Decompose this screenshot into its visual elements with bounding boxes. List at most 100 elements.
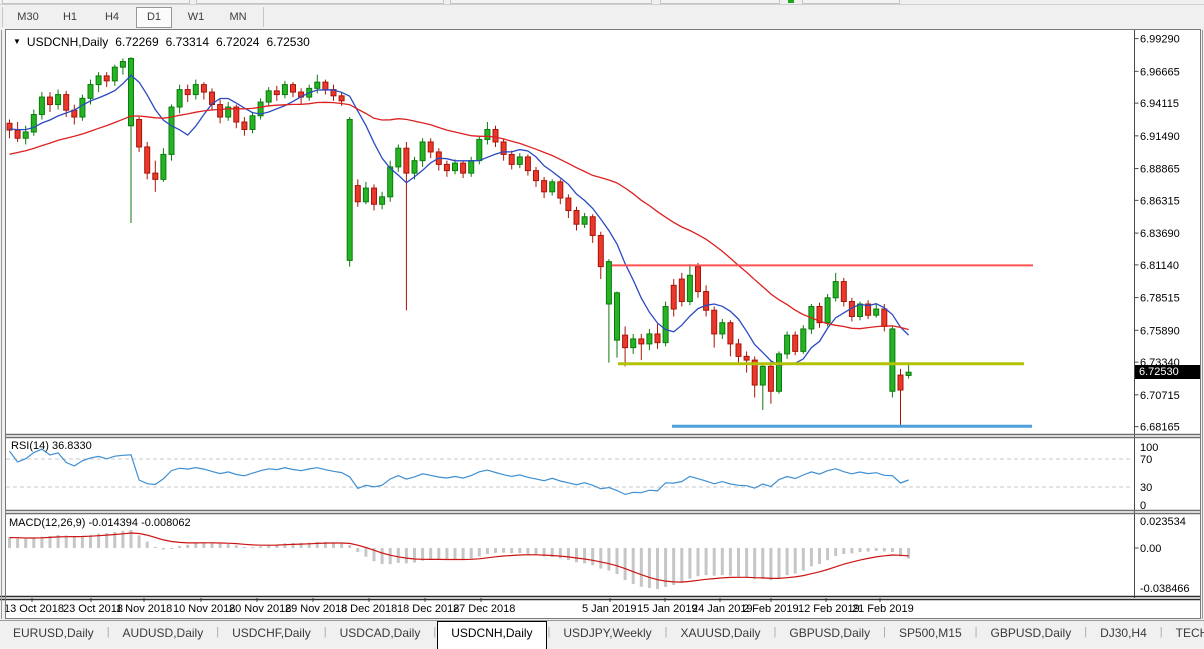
tab-usdchf-daily[interactable]: USDCHF,Daily	[219, 621, 324, 649]
candle-body	[858, 304, 863, 316]
chart-symbol-label: USDCNH,Daily	[27, 35, 108, 49]
date-axis-label: 21 Feb 2019	[852, 603, 914, 615]
toolbar-fragment	[196, 0, 444, 4]
candle-body	[760, 366, 765, 385]
candle-body	[477, 139, 482, 160]
macd-bar	[24, 539, 27, 548]
tab-gbpusd-daily[interactable]: GBPUSD,Daily	[776, 621, 883, 649]
macd-bar	[146, 542, 149, 548]
macd-bar	[8, 537, 11, 548]
toolbar-fragment	[802, 0, 900, 4]
candle-body	[291, 85, 296, 92]
timeframe-button-mn[interactable]: MN	[220, 7, 256, 28]
macd-bar	[397, 548, 400, 563]
candle-body	[274, 91, 279, 95]
candle-body	[744, 356, 749, 360]
candle-body	[890, 329, 895, 391]
candle-body	[315, 82, 320, 88]
symbol-dropdown-icon[interactable]: ▼	[13, 37, 21, 46]
candle-body	[558, 182, 563, 198]
macd-bar	[850, 548, 853, 553]
price-axis-label: 6.81140	[1140, 260, 1179, 272]
macd-bar	[632, 548, 635, 584]
macd-bar	[713, 548, 716, 576]
toolbar-fragment-green	[788, 0, 794, 3]
macd-bar	[219, 544, 222, 548]
candle-body	[169, 107, 174, 154]
macd-bar	[875, 548, 878, 551]
macd-bar	[648, 548, 651, 588]
tab-usdjpy-weekly[interactable]: USDJPY,Weekly	[550, 621, 664, 649]
price-axis-label: 6.88865	[1140, 164, 1180, 176]
macd-bar	[818, 548, 821, 564]
candle-body	[201, 85, 206, 92]
date-axis-label: 1 Nov 2018	[116, 603, 172, 615]
timeframe-button-m30[interactable]: M30	[10, 7, 46, 28]
timeframe-button-d1[interactable]: D1	[136, 7, 172, 28]
macd-bar	[89, 535, 92, 548]
date-axis-label: 8 Dec 2018	[341, 603, 397, 615]
macd-bar	[364, 548, 367, 557]
macd-bar	[616, 548, 619, 574]
macd-bar	[624, 548, 627, 580]
tab-xauusd-daily[interactable]: XAUUSD,Daily	[668, 621, 774, 649]
macd-bar	[470, 548, 473, 559]
price-axis-label: 6.91490	[1140, 131, 1180, 143]
candle-body	[898, 375, 903, 390]
macd-bar	[591, 548, 594, 565]
candle-body	[663, 307, 668, 343]
tab-usdcnh-daily[interactable]: USDCNH,Daily	[437, 621, 546, 649]
metatrader-window: M30H1H4D1W1MN 6.992906.966656.941156.914…	[0, 0, 1204, 649]
candle-body	[801, 329, 806, 351]
candle-body	[161, 154, 166, 179]
date-axis-label: 12 Feb 2019	[798, 603, 860, 615]
candle-body	[590, 217, 595, 236]
timeframe-button-h1[interactable]: H1	[52, 7, 88, 28]
candle-body	[631, 339, 636, 348]
symbol-tabs-bar: EURUSD,Daily|AUDUSD,Daily|USDCHF,Daily|U…	[0, 620, 1204, 649]
macd-bar	[348, 545, 351, 548]
macd-bar	[81, 536, 84, 548]
candle-body	[380, 197, 385, 204]
candle-body	[323, 82, 328, 89]
candle-body	[242, 122, 247, 129]
candle-body	[534, 171, 539, 181]
candle-body	[615, 293, 620, 340]
candle-body	[218, 105, 223, 117]
macd-bar	[445, 548, 448, 560]
macd-bar	[186, 545, 189, 548]
tab-eurusd-daily[interactable]: EURUSD,Daily	[0, 621, 107, 649]
candle-body	[177, 90, 182, 107]
candle-body	[112, 67, 117, 81]
tab-gbpusd-daily[interactable]: GBPUSD,Daily	[978, 621, 1085, 649]
chart-canvas[interactable]: 6.992906.966656.941156.914906.888656.863…	[0, 29, 1204, 620]
tab-usdcad-daily[interactable]: USDCAD,Daily	[327, 621, 434, 649]
candle-body	[250, 116, 255, 130]
macd-bar	[656, 548, 659, 589]
price-axis-label: 6.83690	[1140, 228, 1180, 240]
macd-bar	[486, 548, 489, 554]
candle-body	[39, 97, 44, 114]
toolbar-separator	[263, 7, 264, 27]
candle-body	[647, 334, 652, 344]
tab-audusd-daily[interactable]: AUDUSD,Daily	[110, 621, 217, 649]
macd-bar	[170, 548, 173, 549]
tab-tech100[interactable]: TECH100,	[1163, 621, 1204, 649]
toolbar-fragment	[2, 0, 190, 4]
candle-body	[906, 372, 911, 375]
tab-dj30-h4[interactable]: DJ30,H4	[1087, 621, 1160, 649]
rsi-axis-label: 70	[1140, 454, 1152, 466]
timeframe-button-h4[interactable]: H4	[94, 7, 130, 28]
candle-body	[720, 323, 725, 334]
tab-sp500-m15[interactable]: SP500,M15	[886, 621, 975, 649]
macd-bar	[478, 548, 481, 557]
macd-bar	[688, 548, 691, 579]
macd-bar	[786, 548, 789, 575]
macd-bar	[761, 548, 764, 579]
macd-bar	[680, 548, 683, 583]
candle-body	[64, 95, 69, 111]
candle-body	[679, 279, 684, 301]
timeframe-button-w1[interactable]: W1	[178, 7, 214, 28]
candle-body	[696, 267, 701, 292]
candle-body	[582, 217, 587, 224]
